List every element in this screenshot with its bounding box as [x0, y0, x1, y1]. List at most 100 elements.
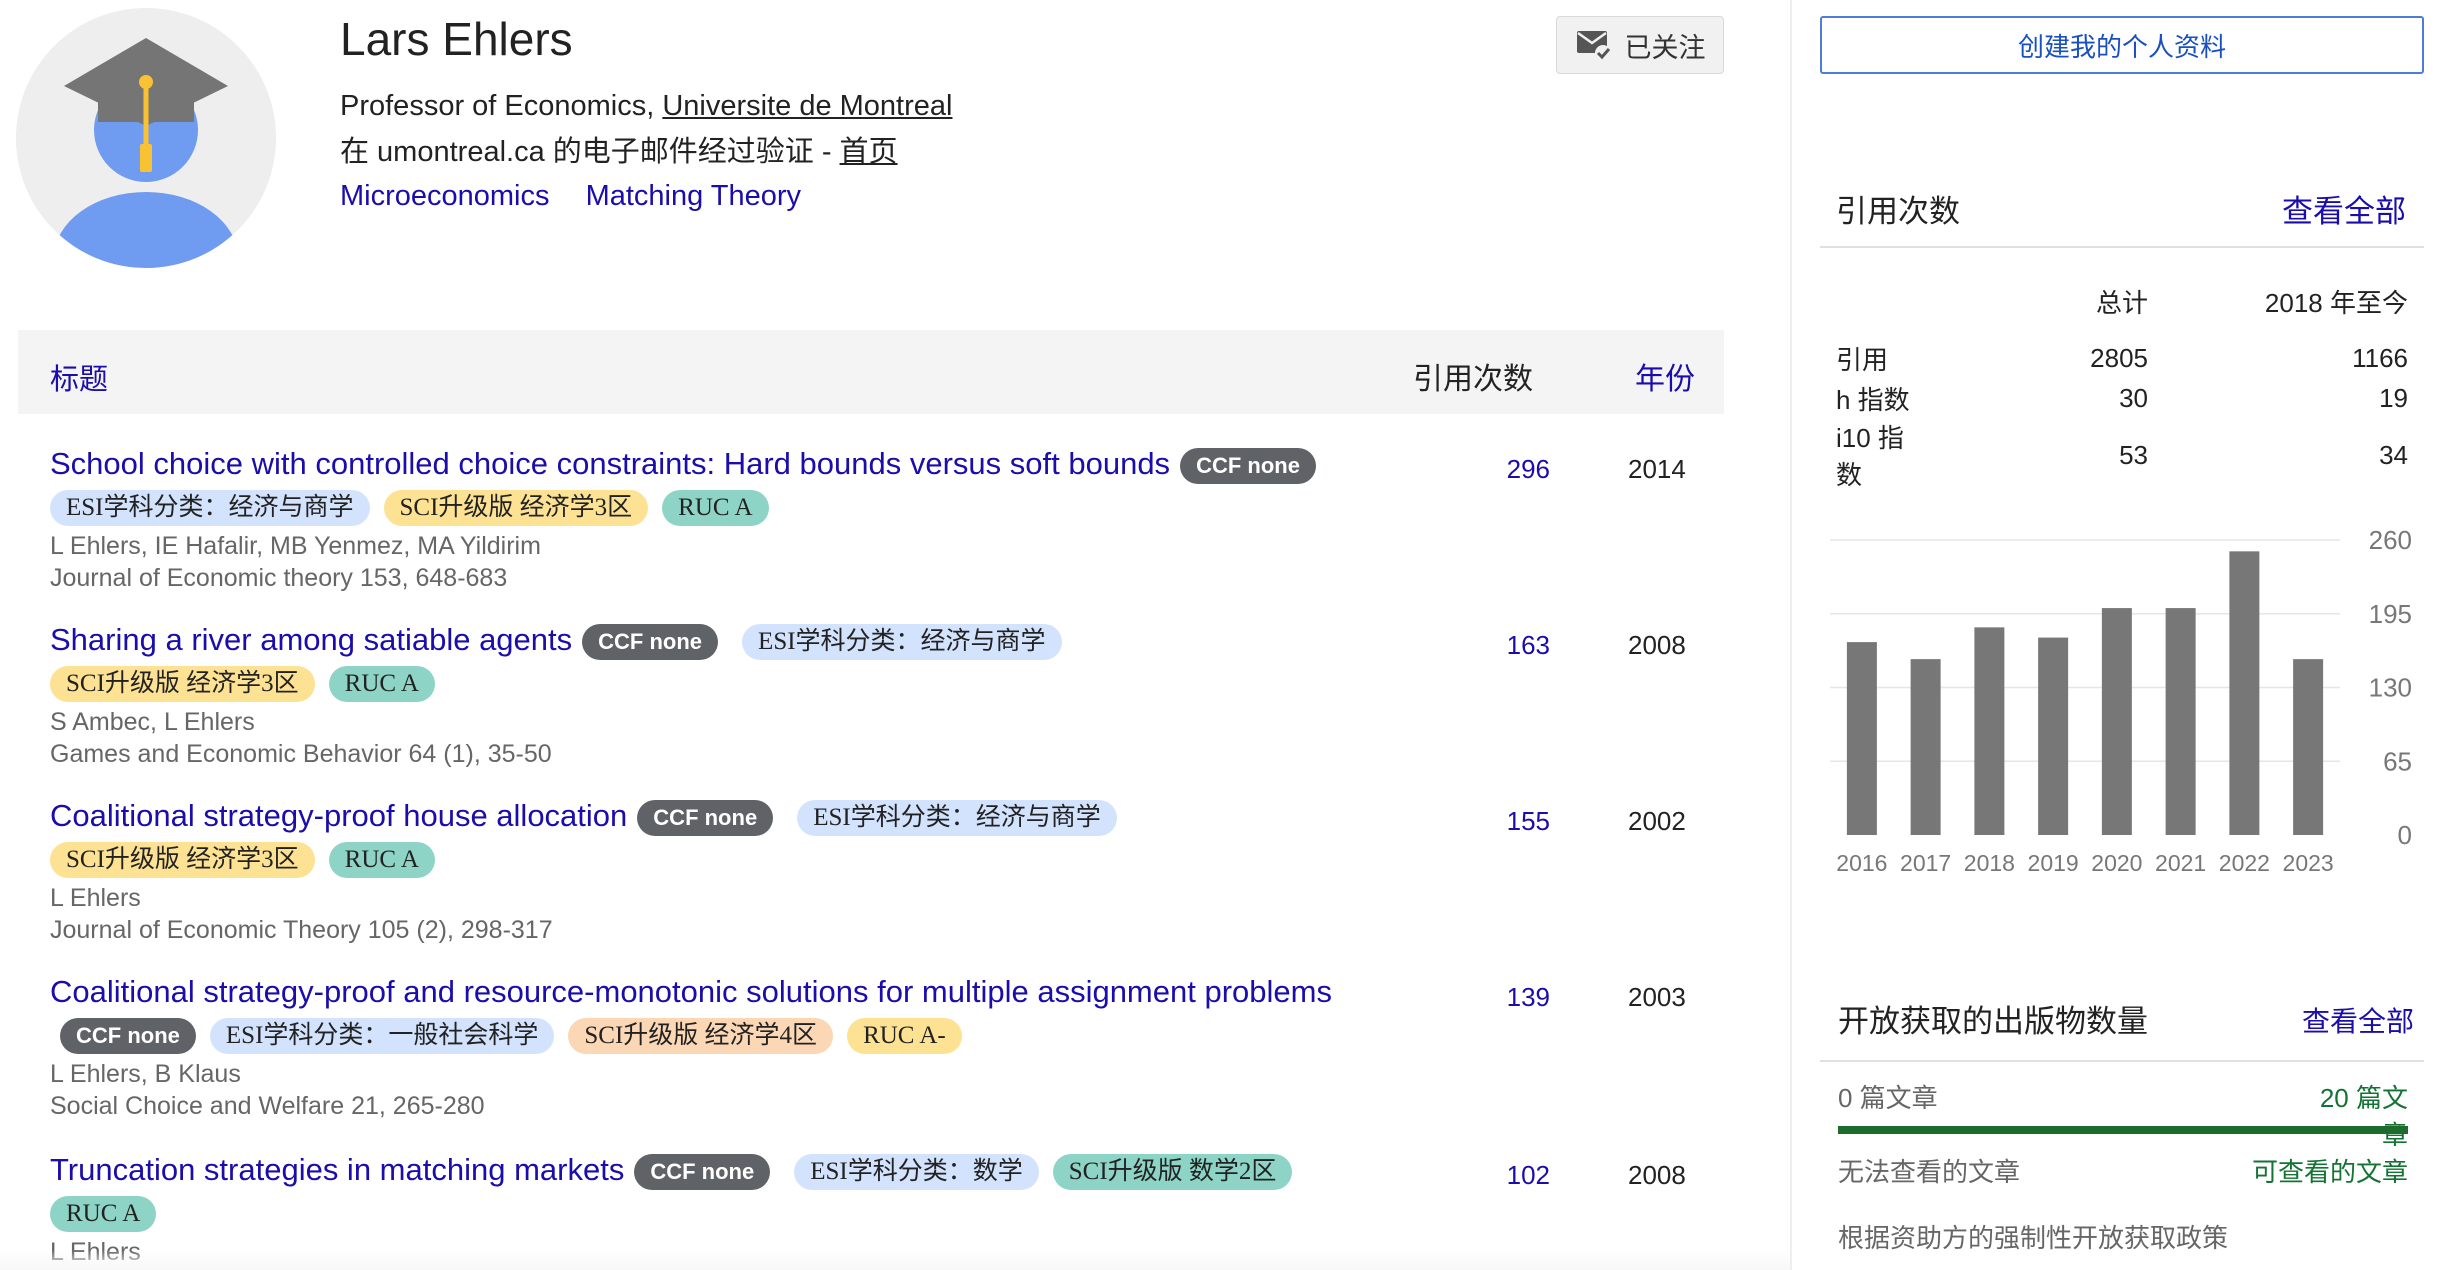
publication-year: 2008: [1628, 1160, 1686, 1190]
mail-check-icon: [1576, 31, 1611, 61]
create-profile-button[interactable]: 创建我的个人资料: [1820, 16, 2424, 74]
ruc-badge: RUC A: [328, 841, 435, 878]
stats-label[interactable]: i10 指数: [1836, 418, 1924, 492]
publication-year: 2003: [1628, 982, 1686, 1012]
open-access-view-all-link[interactable]: 查看全部: [2302, 1000, 2414, 1040]
cited-by-count-link[interactable]: 102: [1480, 1160, 1550, 1191]
publication-title-link[interactable]: Coalitional strategy-proof and resource-…: [50, 974, 1332, 1009]
x-tick-label: 2023: [2283, 850, 2334, 876]
esi-badge: ESI学科分类：经济与商学: [50, 489, 370, 526]
unavailable-label: 无法查看的文章: [1838, 1157, 2021, 1187]
esi-badge: ESI学科分类：数学: [794, 1153, 1039, 1190]
publication-row: School choice with controlled choice con…: [50, 444, 1410, 594]
publication-authors: L Ehlers, B Klaus: [50, 1060, 241, 1088]
stats-label[interactable]: 引用: [1836, 338, 1924, 378]
interest-link[interactable]: Matching Theory: [586, 180, 801, 212]
unavailable-count: 0 篇文章: [1838, 1083, 1938, 1113]
stats-total: 2805: [2090, 342, 2148, 373]
stats-row-citations: 引用 2805 1166: [1836, 338, 2408, 378]
bar-2021[interactable]: [2165, 608, 2196, 835]
publication-title-link[interactable]: School choice with controlled choice con…: [50, 446, 1170, 481]
x-tick-label: 2020: [2091, 850, 2142, 876]
stats-since: 1166: [2352, 342, 2408, 373]
open-access-progress-bar: [1838, 1126, 2408, 1134]
bar-2023[interactable]: [2293, 659, 2324, 835]
stats-header-total: 总计: [2095, 287, 2148, 318]
publication-title-link[interactable]: Coalitional strategy-proof house allocat…: [50, 798, 627, 833]
bar-2020[interactable]: [2101, 608, 2132, 835]
citations-per-year-chart: 0 65 130 195 260 2016 2017 2018 2019 2020 2021 2022…: [1830, 525, 2412, 876]
stats-since: 19: [2379, 382, 2408, 413]
cited-by-count-link[interactable]: 296: [1480, 454, 1550, 485]
citations-heading: 引用次数: [1836, 194, 1960, 229]
sci-badge: SCI升级版 经济学4区: [568, 1017, 834, 1054]
ruc-badge: RUC A: [662, 489, 769, 526]
y-tick-label: 195: [2369, 599, 2412, 629]
stats-row-i10-index: i10 指数 53 34: [1836, 418, 2408, 492]
publication-title-link[interactable]: Truncation strategies in matching market…: [50, 1152, 624, 1187]
citations-view-all-link[interactable]: 查看全部: [2282, 186, 2406, 231]
publication-row: Coalitional strategy-proof and resource-…: [50, 972, 1410, 1122]
x-tick-label: 2016: [1836, 850, 1887, 876]
bar-2022[interactable]: [2229, 551, 2260, 835]
bar-2016[interactable]: [1846, 642, 1877, 835]
stats-label[interactable]: h 指数: [1836, 378, 1924, 418]
publication-year: 2002: [1628, 806, 1686, 836]
mandate-policy-text: 根据资助方的强制性开放获取政策: [1838, 1223, 2229, 1253]
publication-year: 2014: [1628, 454, 1686, 484]
publication-year: 2008: [1628, 630, 1686, 660]
divider: [1820, 246, 2424, 248]
esi-badge: ESI学科分类：经济与商学: [797, 799, 1117, 836]
publication-title-link[interactable]: Sharing a river among satiable agents: [50, 622, 572, 657]
email-verification: 在 umontreal.ca 的电子邮件经过验证 - 首页: [340, 128, 898, 170]
scroll-fade: [0, 1250, 1790, 1270]
publication-authors: L Ehlers: [50, 884, 141, 912]
sci-badge: SCI升级版 数学2区: [1052, 1153, 1293, 1190]
ruc-badge: RUC A-: [847, 1017, 962, 1054]
publication-venue: Journal of Economic theory 153, 648-683: [50, 564, 508, 592]
interest-link[interactable]: Microeconomics: [340, 180, 550, 212]
sci-badge: SCI升级版 经济学3区: [50, 841, 315, 878]
stats-total: 53: [2119, 439, 2148, 470]
column-title-sort[interactable]: 标题: [50, 356, 108, 398]
ruc-badge: RUC A: [328, 665, 435, 702]
affiliation-link[interactable]: Universite de Montreal: [662, 90, 952, 122]
affiliation: Professor of Economics, Universite de Mo…: [340, 90, 952, 123]
y-tick-label: 65: [2383, 746, 2412, 776]
follow-button[interactable]: 已关注: [1556, 16, 1724, 74]
homepage-link[interactable]: 首页: [840, 136, 898, 168]
graduate-avatar-icon: [16, 8, 276, 268]
ccf-badge: CCF none: [1180, 447, 1316, 484]
y-tick-label: 130: [2369, 673, 2412, 703]
cited-by-count-link[interactable]: 155: [1480, 806, 1550, 837]
affiliation-text: Professor of Economics,: [340, 90, 663, 122]
y-tick-label: 0: [2398, 820, 2412, 850]
x-tick-label: 2017: [1900, 850, 1951, 876]
column-year-sort[interactable]: 年份: [1635, 354, 1695, 398]
publication-authors: S Ambec, L Ehlers: [50, 708, 255, 736]
follow-label: 已关注: [1624, 32, 1706, 63]
stats-since: 34: [2379, 439, 2408, 470]
x-tick-label: 2022: [2219, 850, 2270, 876]
publications-table-header: 标题 引用次数 年份: [18, 330, 1724, 414]
cited-by-count-link[interactable]: 163: [1480, 630, 1550, 661]
x-tick-label: 2019: [2028, 850, 2079, 876]
bar-2017[interactable]: [1910, 659, 1941, 835]
publication-authors: L Ehlers, IE Hafalir, MB Yenmez, MA Yild…: [50, 532, 541, 560]
cited-by-count-link[interactable]: 139: [1480, 982, 1550, 1013]
verify-text: 在 umontreal.ca 的电子邮件经过验证 -: [340, 136, 840, 168]
sci-badge: SCI升级版 经济学3区: [383, 489, 649, 526]
ccf-badge: CCF none: [637, 799, 774, 836]
bar-2019[interactable]: [2038, 637, 2069, 835]
available-count: 20 篇文章: [2319, 1083, 2408, 1150]
publication-venue: Games and Economic Behavior 64 (1), 35-5…: [50, 740, 552, 768]
publication-row: Coalitional strategy-proof house allocat…: [50, 796, 1410, 946]
stats-header-since: 2018 年至今: [2264, 287, 2408, 318]
bar-2018[interactable]: [1974, 627, 2005, 835]
stats-row-h-index: h 指数 30 19: [1836, 378, 2408, 418]
citation-stats-table: 总计 2018 年至今 引用 2805 1166 h 指数 30 19 i10 …: [1836, 264, 2408, 492]
column-divider: [1790, 0, 1792, 1270]
ruc-badge: RUC A: [50, 1195, 157, 1232]
publication-row: Sharing a river among satiable agents CCF…: [50, 620, 1410, 770]
ccf-badge: CCF none: [60, 1017, 196, 1054]
